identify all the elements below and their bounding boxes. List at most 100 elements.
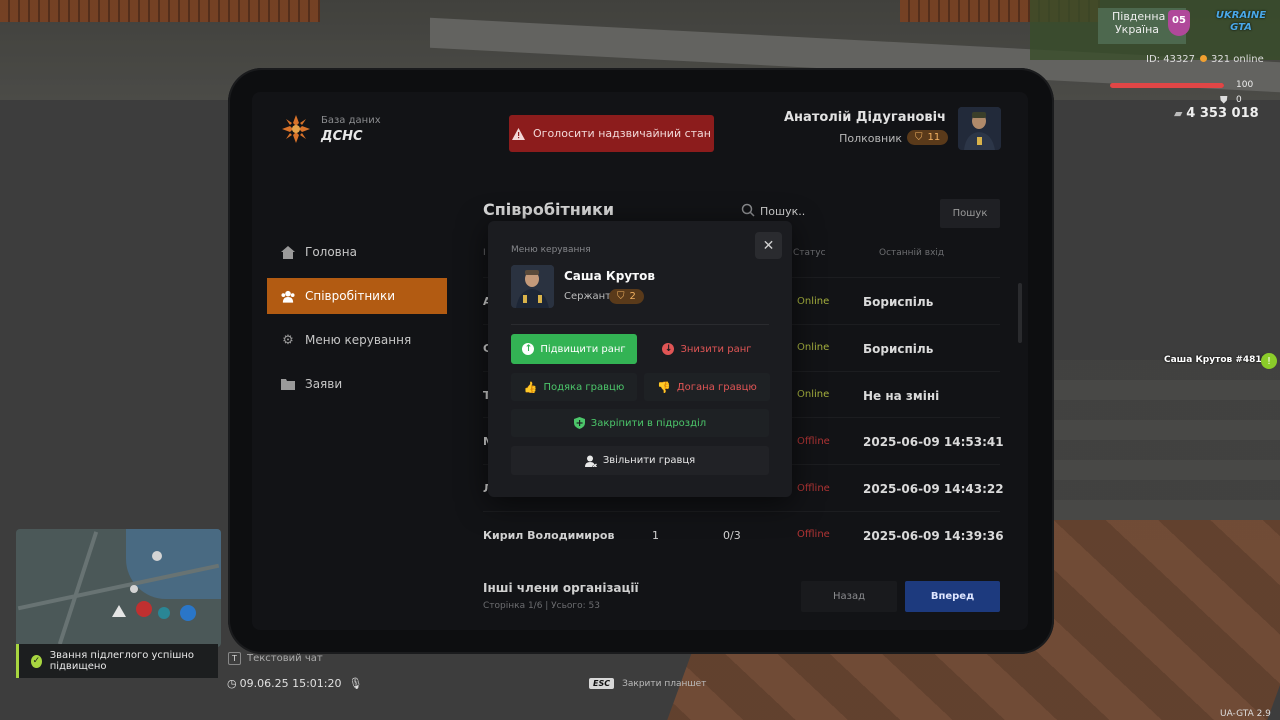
user-avatar (958, 107, 1001, 150)
demote-rank-button[interactable]: ↓ Знизити ранг (644, 334, 770, 364)
thumbs-up-icon: 👍 (523, 380, 538, 394)
online-dot-icon (1200, 55, 1207, 62)
declare-emergency-button[interactable]: Оголосити надзвичайний стан (509, 115, 714, 152)
minimap[interactable] (16, 529, 221, 647)
member-role: Сержант (564, 291, 611, 302)
arrow-down-icon: ↓ (662, 343, 675, 355)
sidebar-item-control-menu[interactable]: ⚙ Меню керування (267, 322, 447, 358)
sidebar-item-label: Меню керування (305, 333, 412, 347)
table-row-warnings: 0/3 (723, 529, 741, 542)
declare-emergency-label: Оголосити надзвичайний стан (533, 127, 711, 140)
reprimand-player-button[interactable]: 👎 Догана гравцю (644, 373, 770, 401)
fire-player-button[interactable]: Звільнити гравця (511, 446, 769, 475)
table-row-status: Offline (797, 483, 830, 494)
user-name: Анатолій Дідугановіч (784, 110, 946, 125)
table-scrollbar[interactable] (1018, 283, 1022, 343)
microphone-icon: ! (1261, 353, 1277, 369)
map-marker-icon (158, 607, 170, 619)
page-title: Співробітники (483, 200, 615, 219)
table-row-rank: 1 (652, 529, 659, 542)
shield-icon: ⛉ (617, 291, 625, 302)
clock: ◷ 09.06.25 15:01:20 🎙 (227, 677, 362, 690)
gas-station-icon (136, 601, 152, 617)
region-badge: 05 (1168, 10, 1190, 36)
modal-title: Меню керування (511, 245, 591, 255)
org-name: ДСНС (321, 129, 363, 144)
table-row-last-login: 2025-06-09 14:39:36 (863, 529, 1004, 543)
version-label: UA-GTA 2.9 (1220, 709, 1271, 719)
airport-icon (180, 605, 196, 621)
health-bar-fill (1110, 83, 1224, 88)
users-icon (281, 289, 295, 303)
money-value: ▰ 4 353 018 (1174, 106, 1259, 121)
assign-unit-label: Закріпити в підрозділ (590, 417, 707, 429)
fire-player-label: Звільнити гравця (602, 455, 696, 466)
sidebar-item-label: Заяви (305, 377, 343, 391)
player-id: ID: 43327 (1146, 54, 1196, 65)
map-marker-icon (152, 551, 162, 561)
money-icon: ▰ (1174, 107, 1187, 120)
shield-plus-icon (573, 417, 585, 429)
esc-key: ESC (589, 678, 615, 689)
armor-value: 0 (1236, 95, 1242, 105)
chat-label: Текстовий чат (247, 653, 323, 664)
home-icon (281, 245, 295, 259)
table-row-last-login: 2025-06-09 14:43:22 (863, 482, 1004, 496)
esc-label: Закрити планшет (622, 678, 707, 689)
health-bar (1110, 83, 1224, 88)
search-button[interactable]: Пошук (940, 199, 1000, 228)
health-value: 100 (1236, 80, 1254, 90)
region-name: Південна Україна (1112, 10, 1166, 36)
chat-hint: T Текстовий чат (228, 652, 323, 665)
table-row-status: Online (797, 389, 830, 400)
user-rank-badge: ⛉ 11 (907, 130, 949, 145)
column-header-last-login: Останній вхід (879, 248, 945, 258)
promote-rank-button[interactable]: ↑ Підвищити ранг (511, 334, 637, 364)
table-row-status: Offline (797, 436, 830, 447)
server-logo: UKRAINE GTA (1215, 10, 1267, 33)
warning-icon (512, 127, 526, 140)
table-row-name[interactable]: Кирил Володимиров (483, 529, 614, 542)
demote-rank-label: Знизити ранг (680, 343, 752, 355)
reprimand-player-label: Догана гравцю (676, 381, 757, 393)
next-button[interactable]: Вперед (905, 581, 1000, 612)
page-info: Сторінка 1/6 | Усього: 53 (483, 601, 601, 611)
microphone-icon: 🎙 (348, 677, 363, 690)
shield-icon: ⛉ (915, 132, 923, 143)
sidebar-item-applications[interactable]: Заяви (267, 366, 447, 402)
gear-icon: ⚙ (282, 332, 294, 348)
table-row-last-login: Бориспіль (863, 295, 934, 309)
search-input[interactable] (760, 202, 930, 220)
player-arrow-icon (112, 605, 126, 617)
arrow-up-icon: ↑ (522, 343, 535, 355)
table-row-status: Online (797, 342, 830, 353)
modal-divider (511, 324, 769, 325)
sidebar-item-label: Співробітники (305, 289, 396, 303)
map-marker-icon (130, 585, 138, 593)
dsns-emblem-icon (282, 115, 310, 143)
user-role: Полковник (839, 132, 902, 145)
table-row-status: Offline (797, 529, 830, 540)
member-avatar (511, 265, 554, 308)
sidebar-item-label: Головна (305, 245, 357, 259)
table-row-last-login: 2025-06-09 14:53:41 (863, 435, 1004, 449)
column-header-first: І (483, 248, 486, 258)
assign-unit-button[interactable]: Закріпити в підрозділ (511, 409, 769, 437)
table-row-last-login: Не на зміні (863, 389, 940, 403)
table-row-last-login: Бориспіль (863, 342, 934, 356)
thank-player-button[interactable]: 👍 Подяка гравцю (511, 373, 637, 401)
thumbs-down-icon: 👎 (657, 380, 671, 394)
sidebar-item-employees[interactable]: Співробітники (267, 278, 447, 314)
datetime-text: 09.06.25 15:01:20 (239, 677, 342, 690)
close-button[interactable]: ✕ (755, 232, 782, 259)
folder-icon (281, 377, 295, 391)
chat-key: T (228, 652, 241, 665)
armor-icon: ⛊ (1220, 95, 1228, 106)
back-button[interactable]: Назад (801, 581, 897, 612)
others-title: Інші члени організації (483, 581, 639, 595)
notification-toast: ✓ Звання підлеглого успішно підвищено (16, 644, 218, 678)
promote-rank-label: Підвищити ранг (540, 343, 626, 355)
thank-player-label: Подяка гравцю (543, 381, 625, 393)
sidebar-item-home[interactable]: Головна (267, 234, 447, 270)
db-label: База даних (321, 115, 381, 126)
